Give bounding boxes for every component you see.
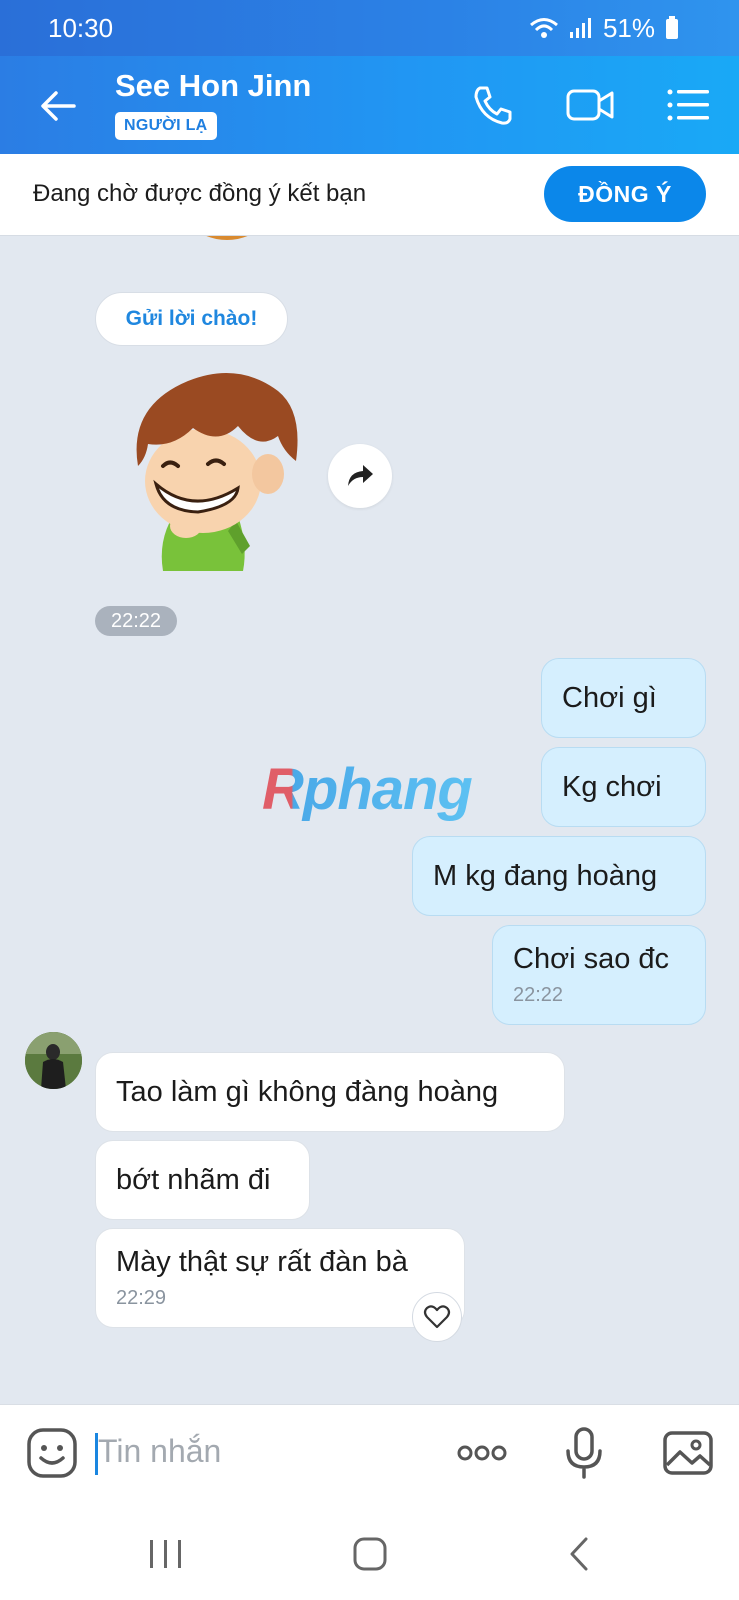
message-time: 22:22	[513, 984, 564, 1006]
message-composer: Tin nhắn	[0, 1404, 739, 1500]
status-bar: 10:30 51%	[0, 0, 739, 56]
pending-request-bar: Đang chờ được đồng ý kết bạn ĐỒNG Ý	[0, 154, 739, 236]
outgoing-message[interactable]: Chơi gì	[541, 658, 706, 738]
send-greeting-button[interactable]: Gửi lời chào!	[95, 292, 288, 346]
image-gallery-icon[interactable]	[662, 1427, 714, 1479]
message-text: bớt nhãm đi	[116, 1163, 271, 1196]
accept-friend-button[interactable]: ĐỒNG Ý	[544, 166, 706, 222]
message-list[interactable]: Gửi lời chào! 22:22 Rphang Chơi gì Kg ch…	[0, 236, 739, 1404]
outgoing-message[interactable]: M kg đang hoàng	[412, 836, 706, 916]
menu-list-icon[interactable]	[664, 80, 714, 130]
previous-sticker-partial	[172, 236, 282, 240]
chat-header: See Hon Jinn NGƯỜI LẠ	[0, 56, 739, 154]
status-icons: 51%	[529, 13, 679, 44]
stranger-badge: NGƯỜI LẠ	[115, 112, 217, 140]
phone-icon[interactable]	[468, 80, 518, 130]
status-time: 10:30	[48, 12, 114, 43]
home-icon[interactable]	[350, 1534, 390, 1574]
incoming-message[interactable]: bớt nhãm đi	[95, 1140, 310, 1220]
pending-request-text: Đang chờ được đồng ý kết bạn	[33, 180, 367, 207]
back-arrow-icon[interactable]	[36, 84, 80, 128]
heart-icon	[423, 1305, 451, 1329]
recent-apps-icon[interactable]	[146, 1534, 186, 1574]
message-time: 22:29	[116, 1287, 167, 1309]
laughing-boy-sticker[interactable]	[118, 366, 313, 576]
incoming-message[interactable]: Mày thật sự rất đàn bà 22:29	[95, 1228, 465, 1328]
video-camera-icon[interactable]	[565, 80, 615, 130]
back-nav-icon[interactable]	[560, 1534, 600, 1574]
more-dots-icon[interactable]	[456, 1427, 508, 1479]
message-input[interactable]: Tin nhắn	[98, 1433, 221, 1470]
message-text: Tao làm gì không đàng hoàng	[116, 1075, 499, 1108]
share-forward-icon	[348, 465, 373, 486]
contact-name[interactable]: See Hon Jinn	[115, 68, 311, 104]
contact-avatar[interactable]	[25, 1032, 82, 1089]
signal-icon	[569, 18, 591, 38]
message-text: Chơi sao đc	[513, 943, 670, 975]
outgoing-message[interactable]: Kg chơi	[541, 747, 706, 827]
message-text: Chơi gì	[562, 681, 657, 714]
message-text: Mày thật sự rất đàn bà	[116, 1246, 408, 1278]
react-heart-button[interactable]	[412, 1292, 462, 1342]
system-navigation-bar	[0, 1500, 739, 1600]
watermark-logo: Rphang	[262, 757, 473, 822]
outgoing-message[interactable]: Chơi sao đc 22:22	[492, 925, 706, 1025]
wifi-icon	[529, 18, 558, 38]
message-text: M kg đang hoàng	[433, 859, 658, 892]
message-text: Kg chơi	[562, 770, 662, 803]
sticker-timestamp: 22:22	[95, 606, 177, 636]
incoming-message[interactable]: Tao làm gì không đàng hoàng	[95, 1052, 565, 1132]
share-forward-button[interactable]	[328, 444, 392, 508]
emoji-sticker-icon[interactable]	[26, 1427, 78, 1479]
battery-percent: 51%	[602, 12, 655, 43]
microphone-icon[interactable]	[558, 1427, 610, 1479]
battery-icon	[666, 16, 678, 39]
avatar-photo	[25, 1032, 82, 1089]
